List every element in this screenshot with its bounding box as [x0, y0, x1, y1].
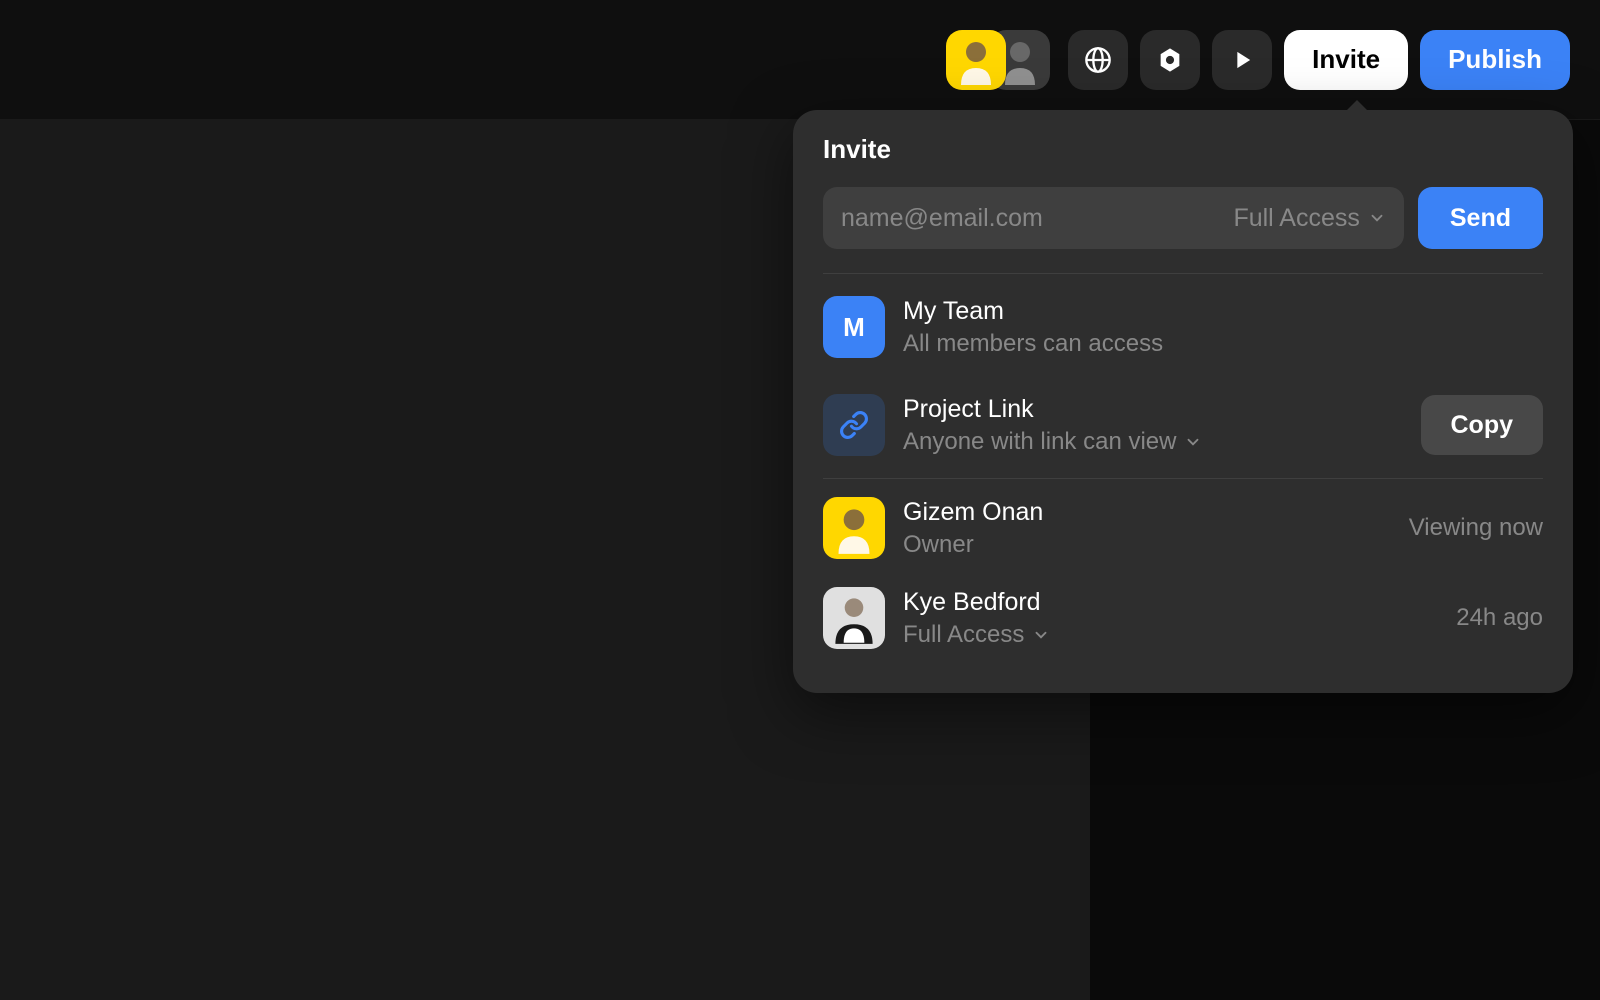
globe-button[interactable]	[1068, 30, 1128, 90]
link-icon	[823, 394, 885, 456]
link-description: Anyone with link can view	[903, 428, 1176, 456]
email-input-wrapper: Full Access	[823, 187, 1404, 249]
email-input[interactable]	[841, 204, 1233, 233]
popover-title: Invite	[823, 134, 1543, 165]
settings-button[interactable]	[1140, 30, 1200, 90]
access-level-label: Full Access	[1233, 204, 1359, 233]
link-access-dropdown[interactable]: Anyone with link can view	[903, 428, 1403, 456]
team-name: My Team	[903, 297, 1543, 326]
team-description: All members can access	[903, 330, 1543, 358]
chevron-down-icon	[1032, 626, 1050, 644]
team-access-item[interactable]: M My Team All members can access	[823, 278, 1543, 376]
member-role-0: Owner	[903, 531, 1391, 559]
team-icon: M	[823, 296, 885, 358]
chevron-down-icon	[1184, 433, 1202, 451]
email-row: Full Access Send	[823, 187, 1543, 249]
send-button[interactable]: Send	[1418, 187, 1543, 249]
copy-button[interactable]: Copy	[1421, 395, 1544, 455]
member-avatar-0	[823, 497, 885, 559]
member-status-1: 24h ago	[1456, 604, 1543, 632]
divider	[823, 273, 1543, 274]
access-level-dropdown[interactable]: Full Access	[1233, 204, 1385, 233]
member-status-0: Viewing now	[1409, 514, 1543, 542]
hexagon-icon	[1156, 46, 1184, 74]
play-button[interactable]	[1212, 30, 1272, 90]
link-name: Project Link	[903, 395, 1403, 424]
divider	[823, 478, 1543, 479]
invite-button[interactable]: Invite	[1284, 30, 1408, 90]
link-access-item: Project Link Anyone with link can view C…	[823, 376, 1543, 474]
member-name-1: Kye Bedford	[903, 588, 1438, 617]
member-name-0: Gizem Onan	[903, 498, 1391, 527]
team-info: My Team All members can access	[903, 297, 1543, 358]
play-icon	[1228, 46, 1256, 74]
publish-button[interactable]: Publish	[1420, 30, 1570, 90]
presence-avatars[interactable]	[946, 30, 1050, 90]
presence-avatar-1[interactable]	[946, 30, 1006, 90]
member-avatar-1	[823, 587, 885, 649]
member-info-1: Kye Bedford Full Access	[903, 588, 1438, 649]
member-row-1: Kye Bedford Full Access 24h ago	[823, 573, 1543, 663]
invite-popover: Invite Full Access Send M My Team All me…	[793, 110, 1573, 693]
member-info-0: Gizem Onan Owner	[903, 498, 1391, 559]
link-info: Project Link Anyone with link can view	[903, 395, 1403, 456]
member-row-0: Gizem Onan Owner Viewing now	[823, 483, 1543, 573]
member-role-dropdown-1[interactable]: Full Access	[903, 621, 1438, 649]
globe-icon	[1084, 46, 1112, 74]
chevron-down-icon	[1368, 209, 1386, 227]
